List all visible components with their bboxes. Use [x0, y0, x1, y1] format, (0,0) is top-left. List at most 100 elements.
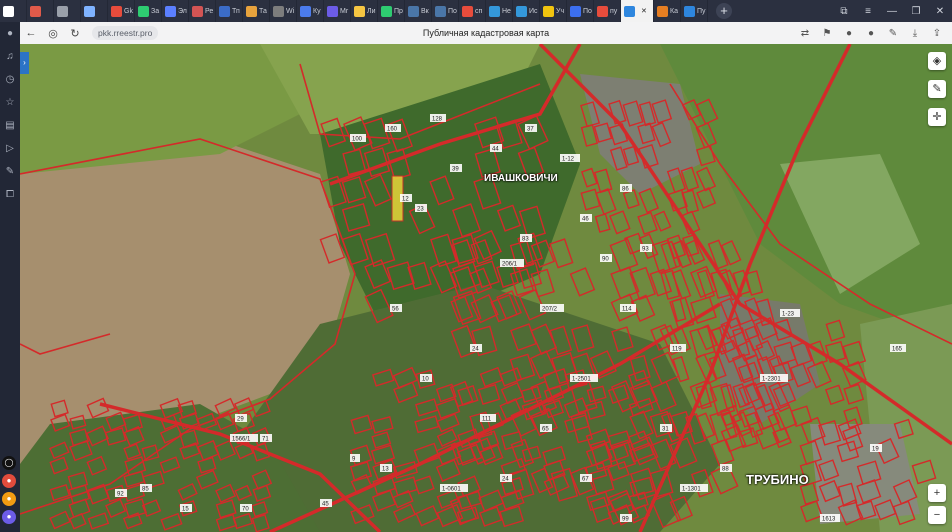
parcel-label: 37 — [525, 124, 537, 132]
browser-tab[interactable]: пу — [594, 0, 621, 22]
parcel-label: 206/1 — [500, 259, 524, 267]
messenger-icon[interactable]: ● — [2, 510, 16, 524]
parcel-label: 1-2501 — [570, 374, 598, 382]
back-button[interactable]: ← — [20, 27, 42, 39]
browser-tab[interactable]: По — [432, 0, 459, 22]
browser-tab[interactable]: Mr — [324, 0, 351, 22]
translate-icon[interactable]: ⇄ — [794, 28, 816, 39]
tab-label: Ис — [529, 7, 538, 15]
zoom-in-button[interactable]: + — [928, 484, 946, 502]
parcel-number: 1-1301 — [682, 486, 701, 492]
layers-button[interactable]: ◈ — [928, 52, 946, 70]
close-tab-icon[interactable]: ✕ — [641, 7, 647, 15]
browser-tab[interactable]: Эл — [162, 0, 189, 22]
doc-icon — [138, 5, 149, 17]
zoom-out-button[interactable]: − — [928, 506, 946, 524]
close-button[interactable]: ✕ — [928, 6, 952, 17]
bookmark-icon[interactable]: ⚑ — [816, 28, 838, 39]
collections-icon[interactable]: ▤ — [0, 114, 20, 137]
parcel-number: 165 — [892, 346, 903, 352]
browser-tab[interactable]: Пу — [681, 0, 708, 22]
ruler-button[interactable]: ✎ — [928, 80, 946, 98]
browser-tab[interactable] — [81, 0, 108, 22]
parcel-label: 56 — [390, 304, 402, 312]
play-icon[interactable]: ▷ — [0, 137, 20, 160]
extension-icon[interactable]: ● — [860, 28, 882, 39]
tab-label: Уч — [556, 7, 565, 15]
mail-icon — [165, 5, 176, 17]
browser-tab[interactable] — [0, 0, 27, 22]
browser-tab[interactable]: Пр — [378, 0, 405, 22]
parcel-label: 65 — [540, 424, 552, 432]
place-label-trubino: ТРУБИНО — [746, 472, 809, 487]
collections-icon[interactable]: ⧉ — [832, 6, 856, 17]
parcel-number: 31 — [662, 426, 669, 432]
protect-icon[interactable]: ◎ — [42, 27, 64, 40]
extension-icon[interactable]: ● — [838, 28, 860, 39]
parcel-label: 86 — [620, 184, 632, 192]
parcel-label: 128 — [430, 114, 446, 122]
copy-icon — [30, 5, 41, 17]
download-icon[interactable]: ⤓ — [904, 28, 926, 39]
browser-tab[interactable]: Уч — [540, 0, 567, 22]
cadastral-map[interactable]: 100 160 128 44 37 12 23 39 1-12 46 86 93 90 83 207/2 20… — [20, 44, 952, 532]
browser-tab[interactable]: По — [567, 0, 594, 22]
browser-tab[interactable]: Ку — [297, 0, 324, 22]
url-field[interactable]: pkk.rreestr.pro — [92, 26, 159, 40]
browser-tab[interactable]: Вк — [405, 0, 432, 22]
parcel-number: 90 — [602, 256, 609, 262]
locate-button[interactable]: ✛ — [928, 108, 946, 126]
screenshot-icon[interactable]: ⧠ — [0, 183, 20, 206]
star-icon[interactable]: ☆ — [0, 91, 20, 114]
parcel-label: 114 — [620, 304, 636, 312]
browser-tab[interactable]: ✕ — [621, 0, 654, 22]
parcel-label: 9 — [350, 454, 360, 462]
parcel-number: 10 — [422, 376, 429, 382]
pen-icon[interactable]: ✎ — [882, 28, 904, 39]
bell-icon[interactable]: ♫ — [0, 45, 20, 68]
restore-button[interactable]: ❐ — [904, 6, 928, 17]
app-icon[interactable]: ◯ — [2, 456, 16, 470]
browser-tab[interactable]: Тп — [216, 0, 243, 22]
at-icon — [543, 5, 554, 17]
parcel-label: 1-2301 — [760, 374, 788, 382]
tab-label: Та — [259, 7, 267, 15]
browser-tab[interactable]: сп — [459, 0, 486, 22]
parcel-label: 160 — [385, 124, 401, 132]
browser-tab[interactable]: Ис — [513, 0, 540, 22]
browser-tab[interactable]: Ли — [351, 0, 378, 22]
browser-tab[interactable]: Gk — [108, 0, 135, 22]
parcel-number: 206/1 — [502, 261, 518, 267]
panel-expand-button[interactable]: › — [20, 52, 29, 74]
address-actions: ⇄ ⚑ ● ● ✎ ⤓ ⇪ — [794, 28, 952, 39]
browser-tab[interactable]: Та — [243, 0, 270, 22]
browser-tab[interactable] — [27, 0, 54, 22]
browser-tab[interactable]: Ка — [654, 0, 681, 22]
app-icon[interactable]: ● — [2, 492, 16, 506]
chat-icon — [84, 5, 95, 17]
parcel-number: 1566/1 — [232, 436, 251, 442]
browser-tab[interactable] — [54, 0, 81, 22]
parcel-number: 45 — [322, 501, 329, 507]
new-tab-button[interactable]: + — [716, 3, 732, 19]
tab-label: пу — [610, 7, 618, 15]
profile-icon[interactable]: ● — [0, 22, 20, 45]
parcel-number: 23 — [417, 206, 424, 212]
browser-tab[interactable]: Ре — [189, 0, 216, 22]
menu-icon[interactable]: ≡ — [856, 6, 880, 17]
notes-icon[interactable]: ✎ — [0, 160, 20, 183]
browser-tab[interactable]: Не — [486, 0, 513, 22]
history-icon[interactable]: ◷ — [0, 68, 20, 91]
parcel-number: 1613 — [822, 516, 836, 522]
browser-tab[interactable]: Wi — [270, 0, 297, 22]
satellite-map-layer[interactable]: 100 160 128 44 37 12 23 39 1-12 46 86 93 90 83 207/2 20… — [20, 44, 952, 532]
minimize-button[interactable]: — — [880, 6, 904, 17]
map-pin-icon[interactable]: ● — [2, 474, 16, 488]
reload-button[interactable]: ↻ — [64, 27, 86, 40]
parcel-label: 24 — [470, 344, 482, 352]
parcel-number: 99 — [622, 516, 629, 522]
browser-tab[interactable]: За — [135, 0, 162, 22]
share-icon[interactable]: ⇪ — [926, 28, 948, 39]
grid-icon — [57, 5, 68, 17]
parcel-number: 1-12 — [562, 156, 575, 162]
